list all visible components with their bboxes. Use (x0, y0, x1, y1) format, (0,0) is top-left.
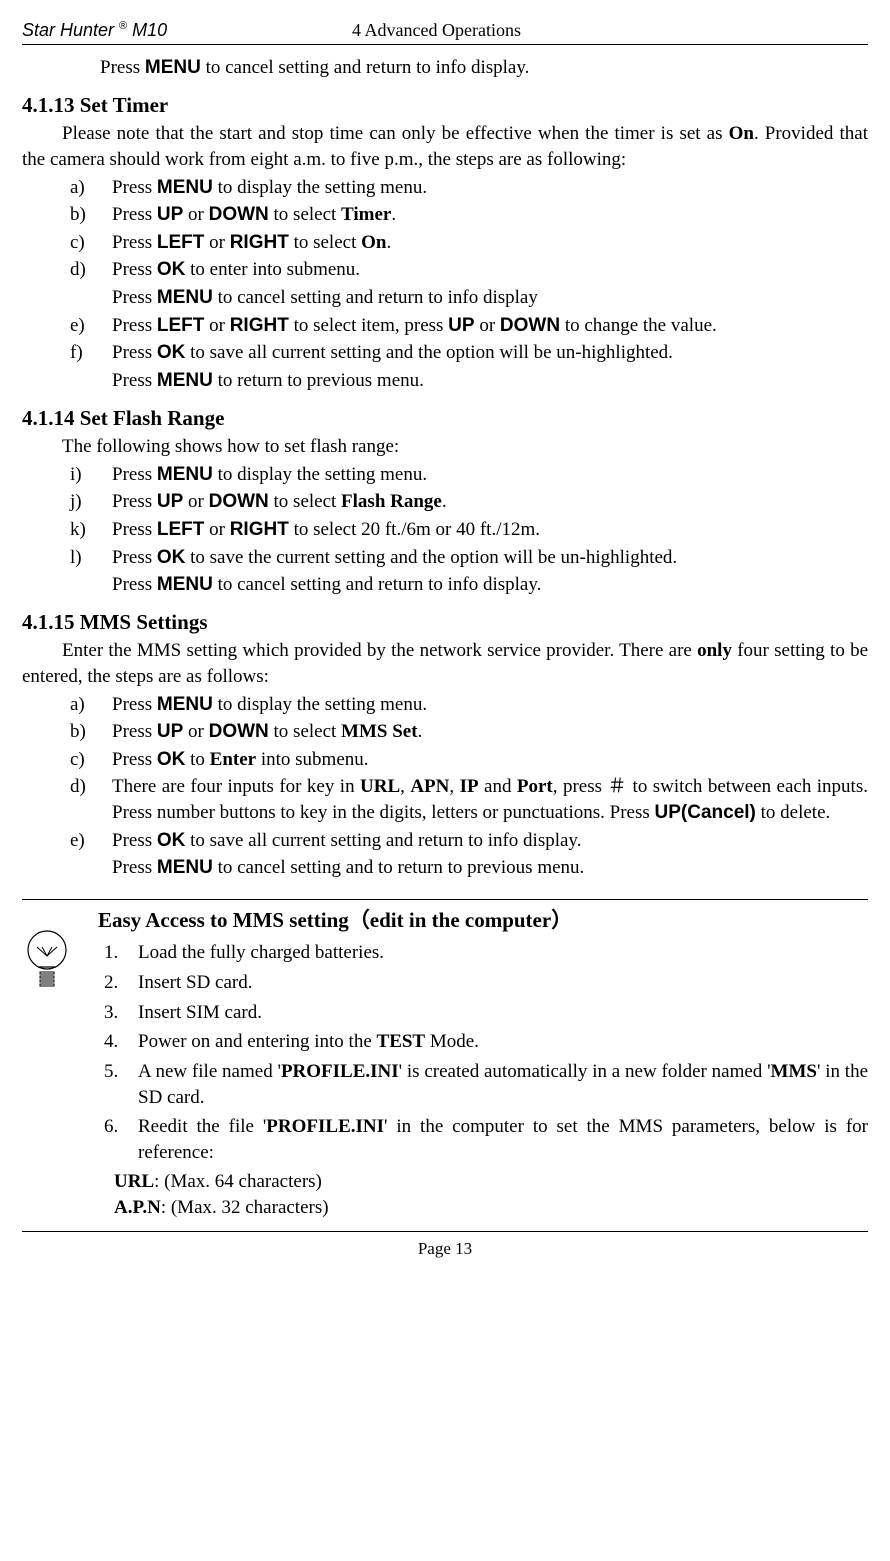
list-subline: Press MENU to return to previous menu. (112, 368, 868, 394)
ok-key: OK (157, 749, 186, 770)
list-marker: f) (22, 340, 112, 366)
up-key: UP (157, 721, 183, 742)
menu-key: MENU (157, 177, 213, 198)
left-key: LEFT (157, 232, 205, 253)
up-cancel-key: UP(Cancel) (655, 802, 756, 823)
down-key: DOWN (209, 721, 269, 742)
up-key: UP (448, 315, 474, 336)
list-marker: a) (22, 692, 112, 718)
tip-title: Easy Access to MMS setting（edit in the c… (98, 906, 868, 934)
up-key: UP (157, 204, 183, 225)
registered-mark: ® (119, 20, 127, 32)
list-item: f) Press OK to save all current setting … (22, 340, 868, 366)
list-item: c) Press LEFT or RIGHT to select On. (22, 230, 868, 256)
right-key: RIGHT (230, 315, 289, 336)
list-item: j) Press UP or DOWN to select Flash Rang… (22, 489, 868, 515)
list-marker: k) (22, 517, 112, 543)
menu-key: MENU (157, 857, 213, 878)
section-4-1-14-title: 4.1.14 Set Flash Range (22, 404, 868, 432)
list-marker: l) (22, 545, 112, 571)
up-key: UP (157, 491, 183, 512)
tip-item: 6.Reedit the file 'PROFILE.INI' in the c… (98, 1114, 868, 1165)
header-section-title: 4 Advanced Operations (352, 18, 868, 42)
list-item: a) Press MENU to display the setting men… (22, 692, 868, 718)
list-item: d) Press OK to enter into submenu. (22, 257, 868, 283)
list-item: k) Press LEFT or RIGHT to select 20 ft./… (22, 517, 868, 543)
tip-subline: URL: (Max. 64 characters) (114, 1169, 868, 1195)
right-key: RIGHT (230, 519, 289, 540)
list-marker: b) (22, 719, 112, 745)
list-marker: i) (22, 462, 112, 488)
page-footer: Page 13 (22, 1231, 868, 1261)
list-marker: d) (22, 774, 112, 825)
menu-key: MENU (145, 57, 201, 78)
list-item: b) Press UP or DOWN to select Timer. (22, 202, 868, 228)
tip-item: 1.Load the fully charged batteries. (98, 940, 868, 966)
header-left: Star Hunter ® M10 (22, 18, 352, 42)
list-marker: b) (22, 202, 112, 228)
tip-item: 3.Insert SIM card. (98, 1000, 868, 1026)
section-4-1-14-intro: The following shows how to set flash ran… (22, 434, 868, 460)
list-item: c) Press OK to Enter into submenu. (22, 747, 868, 773)
list-marker: e) (22, 828, 112, 854)
menu-key: MENU (157, 574, 213, 595)
tip-section: Easy Access to MMS setting（edit in the c… (22, 900, 868, 1221)
ok-key: OK (157, 830, 186, 851)
list-item: e) Press OK to save all current setting … (22, 828, 868, 854)
down-key: DOWN (209, 204, 269, 225)
list-subline: Press MENU to cancel setting and return … (112, 572, 868, 598)
list-marker: e) (22, 313, 112, 339)
page-header: Star Hunter ® M10 4 Advanced Operations (22, 18, 868, 45)
menu-key: MENU (157, 464, 213, 485)
menu-key: MENU (157, 694, 213, 715)
section-4-1-15-title: 4.1.15 MMS Settings (22, 608, 868, 636)
ok-key: OK (157, 259, 186, 280)
section-4-1-13-intro: Please note that the start and stop time… (22, 121, 868, 172)
ok-key: OK (157, 342, 186, 363)
product-name-prefix: Star Hunter (22, 20, 119, 40)
tip-subline: A.P.N: (Max. 32 characters) (114, 1195, 868, 1221)
list-marker: a) (22, 175, 112, 201)
hash-key: ＃ (607, 776, 627, 797)
menu-key: MENU (157, 370, 213, 391)
continuation-line: Press MENU to cancel setting and return … (22, 55, 868, 81)
list-marker: d) (22, 257, 112, 283)
down-key: DOWN (209, 491, 269, 512)
list-marker: c) (22, 230, 112, 256)
section-4-1-15-intro: Enter the MMS setting which provided by … (22, 638, 868, 689)
list-item: a) Press MENU to display the setting men… (22, 175, 868, 201)
section-4-1-13-title: 4.1.13 Set Timer (22, 91, 868, 119)
tip-item: 2.Insert SD card. (98, 970, 868, 996)
list-item: e) Press LEFT or RIGHT to select item, p… (22, 313, 868, 339)
tip-icon-col (22, 906, 98, 1221)
list-item: b) Press UP or DOWN to select MMS Set. (22, 719, 868, 745)
lightbulb-icon (22, 928, 72, 998)
list-marker: j) (22, 489, 112, 515)
tip-item: 4.Power on and entering into the TEST Mo… (98, 1029, 868, 1055)
ok-key: OK (157, 547, 186, 568)
list-marker: c) (22, 747, 112, 773)
menu-key: MENU (157, 287, 213, 308)
list-item: d) There are four inputs for key in URL,… (22, 774, 868, 825)
list-subline: Press MENU to cancel setting and return … (112, 285, 868, 311)
right-key: RIGHT (230, 232, 289, 253)
left-key: LEFT (157, 315, 205, 336)
list-subline: Press MENU to cancel setting and to retu… (112, 855, 868, 881)
down-key: DOWN (500, 315, 560, 336)
list-item: i) Press MENU to display the setting men… (22, 462, 868, 488)
list-item: l) Press OK to save the current setting … (22, 545, 868, 571)
tip-item: 5.A new file named 'PROFILE.INI' is crea… (98, 1059, 868, 1110)
product-model: M10 (132, 20, 167, 40)
left-key: LEFT (157, 519, 205, 540)
